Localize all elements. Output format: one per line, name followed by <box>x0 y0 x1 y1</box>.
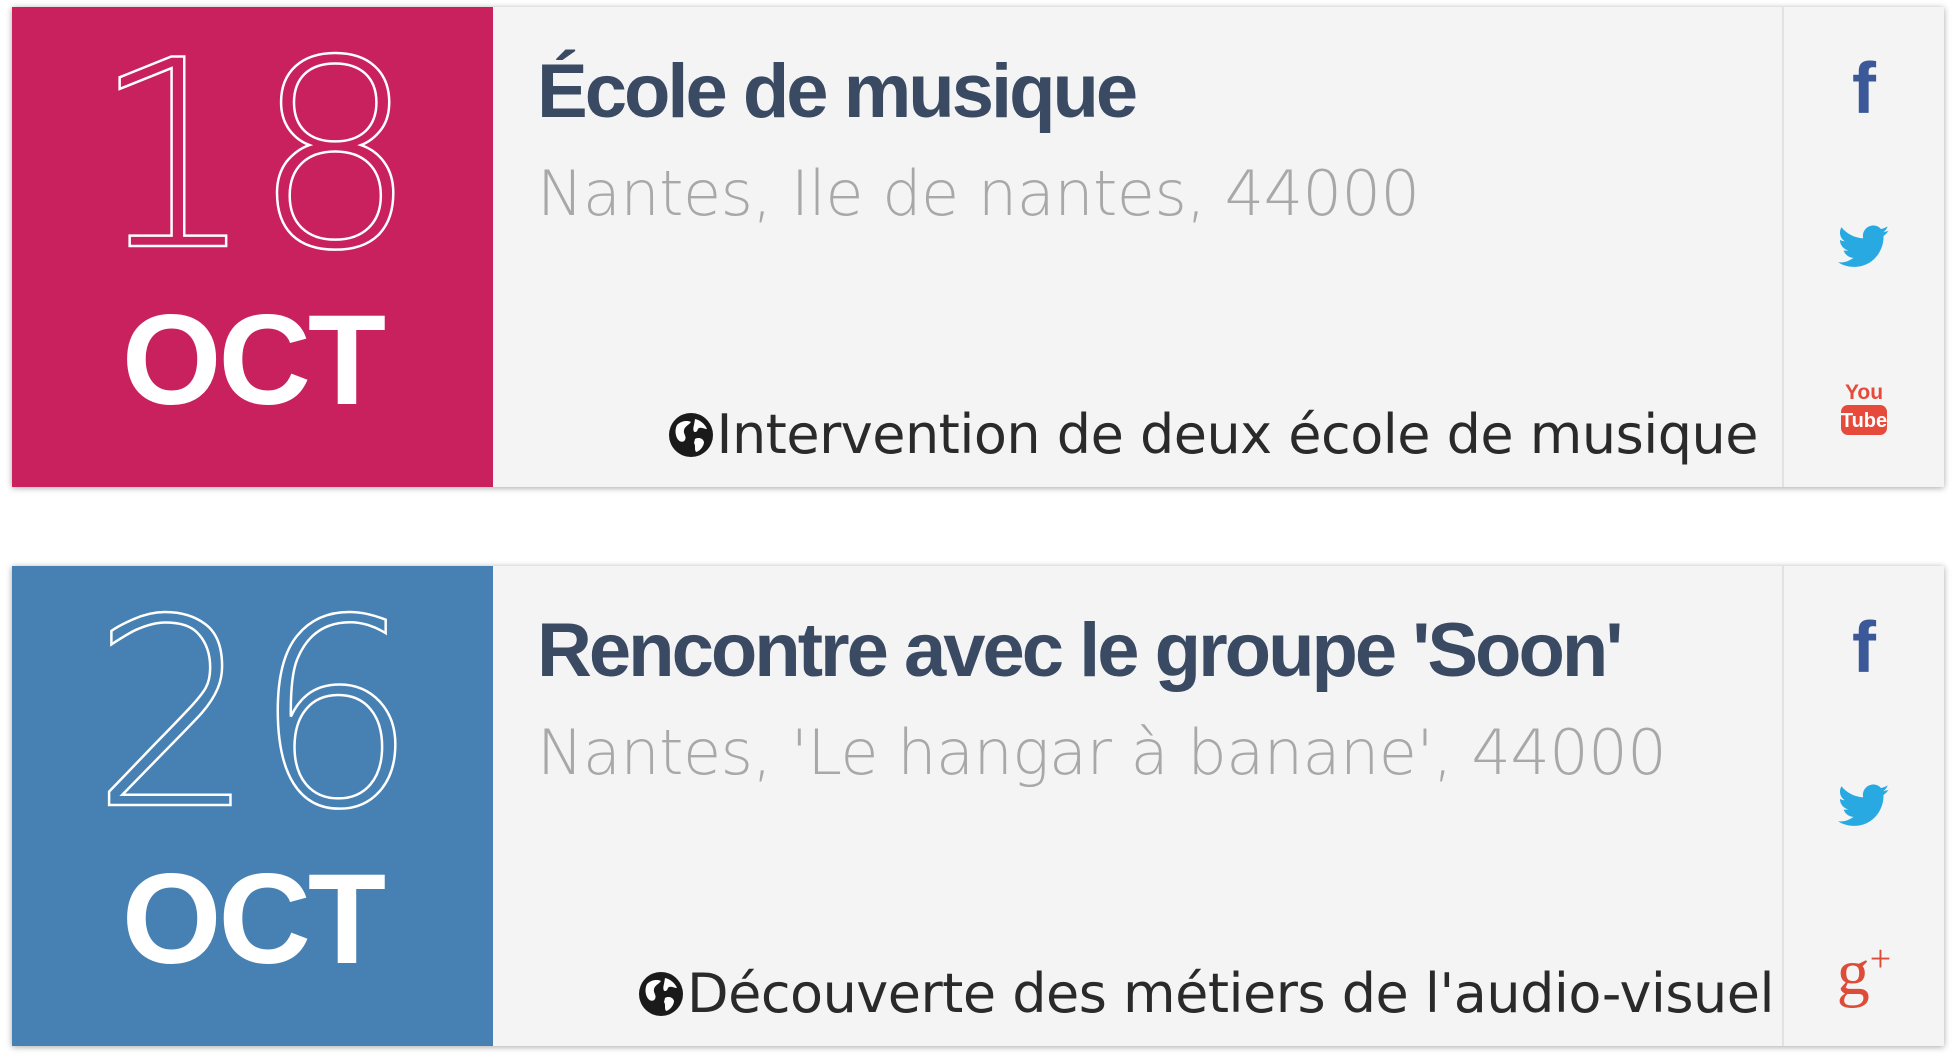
event-location: Nantes, Ile de nantes, 44000 <box>537 157 1420 230</box>
twitter-icon[interactable] <box>1824 207 1904 287</box>
facebook-glyph: f <box>1852 49 1876 129</box>
event-date-block: 18 OCT <box>12 7 493 487</box>
event-month: OCT <box>121 848 386 991</box>
twitter-icon[interactable] <box>1824 766 1904 846</box>
youtube-icon[interactable]: You Tube <box>1824 367 1904 447</box>
event-info: École de musique Nantes, Ile de nantes, … <box>493 7 1784 487</box>
event-title[interactable]: Rencontre avec le groupe 'Soon' <box>537 606 1623 696</box>
social-links: f g+ <box>1784 566 1944 1046</box>
gplus-plus: + <box>1869 938 1892 980</box>
event-day: 26 <box>90 565 419 867</box>
event-date-block: 26 OCT <box>12 566 493 1046</box>
twitter-bird-icon <box>1838 784 1890 826</box>
youtube-logo-icon: You Tube <box>1841 381 1887 435</box>
event-info: Rencontre avec le groupe 'Soon' Nantes, … <box>493 566 1784 1046</box>
gplus-g: g <box>1836 936 1870 1009</box>
social-links: f You Tube <box>1784 7 1944 487</box>
google-plus-icon[interactable]: g+ <box>1824 926 1904 1009</box>
event-description-text: Découverte des métiers de l'audio-visuel <box>687 962 1774 1025</box>
youtube-you-text: You <box>1845 381 1883 404</box>
google-plus-glyph: g+ <box>1837 919 1891 1013</box>
event-title[interactable]: École de musique <box>537 47 1138 137</box>
globe-icon <box>639 972 684 1016</box>
facebook-icon[interactable]: f <box>1824 608 1904 688</box>
event-day: 18 <box>90 6 419 308</box>
event-card[interactable]: 26 OCT Rencontre avec le groupe 'Soon' N… <box>12 566 1944 1046</box>
facebook-glyph: f <box>1852 608 1876 688</box>
twitter-bird-icon <box>1838 225 1890 267</box>
event-description: Intervention de deux école de musique <box>667 403 1759 467</box>
event-card[interactable]: 18 OCT École de musique Nantes, Ile de n… <box>12 7 1944 487</box>
event-description: Découverte des métiers de l'audio-visuel <box>637 962 1774 1026</box>
globe-icon <box>668 413 713 457</box>
facebook-icon[interactable]: f <box>1824 49 1904 129</box>
event-location: Nantes, 'Le hangar à banane', 44000 <box>537 716 1667 789</box>
event-list: 18 OCT École de musique Nantes, Ile de n… <box>0 0 1958 1060</box>
event-description-text: Intervention de deux école de musique <box>716 403 1759 466</box>
youtube-tube-text: Tube <box>1841 410 1887 432</box>
event-month: OCT <box>121 289 386 432</box>
